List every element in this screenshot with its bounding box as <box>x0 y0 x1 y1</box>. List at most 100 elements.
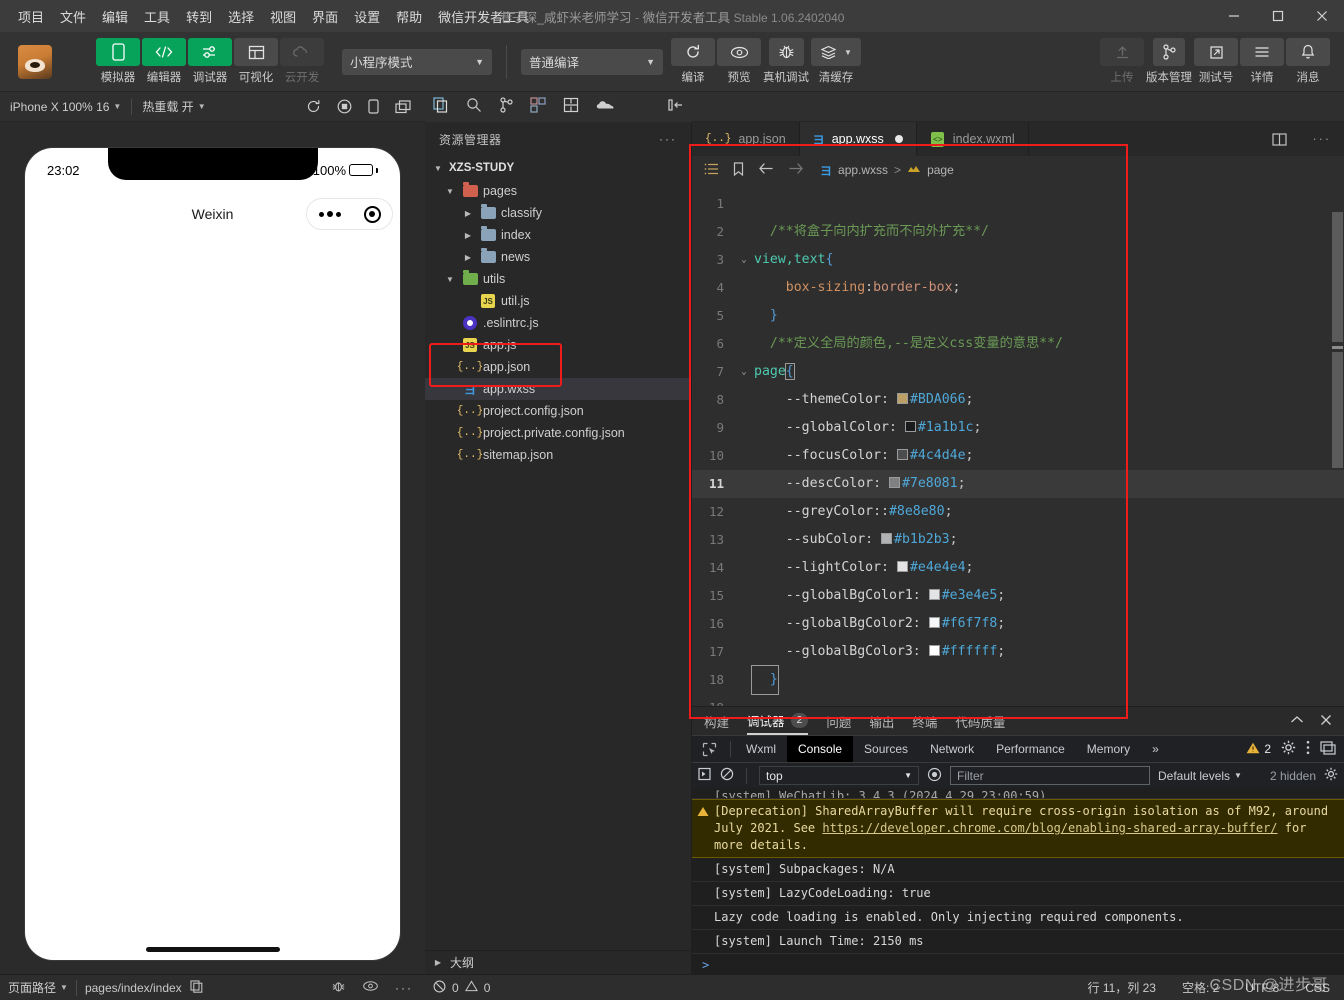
console-filter-input[interactable]: Filter <box>950 766 1150 785</box>
status-problems[interactable]: 0 0 <box>425 980 692 996</box>
dev-tab-output[interactable]: 输出 <box>869 707 894 735</box>
toolbar-button-cloud[interactable]: 云开发 <box>280 38 324 85</box>
menu-item-select[interactable]: 选择 <box>220 3 262 30</box>
toolbar-button-test-account[interactable]: 测试号 <box>1194 38 1238 85</box>
explorer-root-row[interactable]: ▼ XZS-STUDY <box>425 156 691 180</box>
debug-cloud-icon[interactable] <box>596 99 614 115</box>
code-lines[interactable]: 1 2 /**将盒子向内扩充而不向外扩充**/ 3 ⌄ view,text{4… <box>692 184 1344 706</box>
menu-item-tools[interactable]: 工具 <box>136 3 178 30</box>
menu-item-help[interactable]: 帮助 <box>388 3 430 30</box>
status-more-icon[interactable]: ··· <box>395 981 413 995</box>
phone-icon[interactable] <box>368 99 379 114</box>
device-select[interactable]: iPhone X 100% 16 ▼ <box>0 92 131 122</box>
chevron-right-icon[interactable]: ▶ <box>461 231 475 240</box>
explorer-more-icon[interactable]: ··· <box>659 132 677 146</box>
tree-item-utils[interactable]: ▼ utils <box>425 268 691 290</box>
close-panel-icon[interactable] <box>1320 714 1332 729</box>
toolbar-button-version-control[interactable]: 版本管理 <box>1146 38 1192 85</box>
console-context-select[interactable]: top ▼ <box>759 766 919 785</box>
files-icon[interactable] <box>433 97 449 116</box>
editor-vertical-scrollbar[interactable] <box>1330 184 1344 706</box>
minimize-button[interactable] <box>1212 0 1256 32</box>
wxml-panel-icon[interactable] <box>563 97 579 116</box>
console-output[interactable]: [system] WeChatLib: 3.4.3 (2024.4.29 23:… <box>692 788 1344 974</box>
console-settings-gear-icon[interactable] <box>1324 767 1338 784</box>
more-vertical-icon[interactable] <box>1306 740 1310 758</box>
tree-item-news[interactable]: ▶ news <box>425 246 691 268</box>
nav-forward-icon[interactable] <box>788 162 804 178</box>
window-icon[interactable] <box>395 99 411 114</box>
dock-panel-icon[interactable] <box>1320 740 1336 758</box>
tree-item-app-json[interactable]: ▶ {..} app.json <box>425 356 691 378</box>
dev-tab-problems[interactable]: 问题 <box>826 707 851 735</box>
record-icon[interactable] <box>337 99 352 114</box>
chevron-right-icon[interactable]: ▶ <box>431 958 445 967</box>
color-swatch[interactable] <box>904 421 916 432</box>
dev-tab-terminal[interactable]: 终端 <box>912 707 937 735</box>
color-swatch[interactable] <box>928 645 940 656</box>
breadcrumb-file[interactable]: app.wxss <box>838 163 888 177</box>
close-button[interactable] <box>1300 0 1344 32</box>
bug-icon[interactable] <box>331 979 346 997</box>
devtools-tab-performance[interactable]: Performance <box>985 736 1076 763</box>
search-icon[interactable] <box>466 97 482 116</box>
dev-tab-debugger[interactable]: 调试器 2 <box>747 707 809 735</box>
dev-tab-code-quality[interactable]: 代码质量 <box>955 707 1005 735</box>
outline-header[interactable]: ▶ 大纲 <box>425 950 691 974</box>
extensions-icon[interactable] <box>530 97 546 116</box>
tree-item-eslintrc[interactable]: ▶ .eslintrc.js <box>425 312 691 334</box>
editor-actions-more-icon[interactable]: ··· <box>1299 122 1344 156</box>
devtools-tab-overflow[interactable]: » <box>1141 736 1170 763</box>
color-swatch[interactable] <box>881 533 893 544</box>
fold-chevron-icon[interactable]: ⌄ <box>736 246 752 274</box>
avatar[interactable] <box>18 44 52 79</box>
editor-tab-app-wxss[interactable]: ヨ app.wxss <box>799 122 917 156</box>
dev-tab-build[interactable]: 构建 <box>704 707 729 735</box>
tree-item-classify[interactable]: ▶ classify <box>425 202 691 224</box>
toolbar-button-debugger[interactable]: 调试器 <box>188 38 232 85</box>
tree-item-app-js[interactable]: ▶ JS app.js <box>425 334 691 356</box>
toolbar-button-simulator[interactable]: 模拟器 <box>96 38 140 85</box>
toolbar-button-details[interactable]: 详情 <box>1240 38 1284 85</box>
toolbar-button-upload[interactable]: 上传 <box>1100 38 1144 85</box>
chevron-down-icon[interactable]: ▼ <box>443 187 457 196</box>
clear-console-icon[interactable] <box>720 767 734 784</box>
color-swatch[interactable] <box>928 589 940 600</box>
outline-list-icon[interactable] <box>704 163 719 178</box>
split-editor-button[interactable] <box>1258 122 1300 156</box>
language-mode[interactable]: CSS <box>1305 981 1330 995</box>
page-path-select[interactable]: 页面路径 ▼ <box>8 973 68 1000</box>
nav-back-icon[interactable] <box>758 162 774 178</box>
collapse-sidebar-icon[interactable] <box>668 98 684 115</box>
toolbar-button-compile[interactable]: 编译 <box>671 38 715 85</box>
menu-item-interface[interactable]: 界面 <box>304 3 346 30</box>
copy-icon[interactable] <box>190 979 203 996</box>
console-levels-select[interactable]: Default levels ▼ <box>1158 769 1242 783</box>
collapse-panel-icon[interactable] <box>1290 714 1304 728</box>
menu-item-edit[interactable]: 编辑 <box>94 3 136 30</box>
color-swatch[interactable] <box>896 449 908 460</box>
toolbar-button-messages[interactable]: 消息 <box>1286 38 1330 85</box>
maximize-button[interactable] <box>1256 0 1300 32</box>
bookmark-icon[interactable] <box>733 161 744 179</box>
refresh-icon[interactable] <box>306 99 321 114</box>
compile-select[interactable]: 普通编译 ▼ <box>521 48 663 75</box>
execute-icon[interactable] <box>698 767 712 784</box>
cursor-position[interactable]: 行 11，列 23 <box>1087 979 1155 996</box>
live-expression-icon[interactable] <box>927 767 942 785</box>
color-swatch[interactable] <box>888 477 900 488</box>
menu-item-devtools[interactable]: 微信开发者工具 <box>430 3 537 30</box>
tree-item-util-js[interactable]: ▶ JS util.js <box>425 290 691 312</box>
close-target-icon[interactable] <box>363 205 381 223</box>
menu-item-view[interactable]: 视图 <box>262 3 304 30</box>
console-warning-link[interactable]: https://developer.chrome.com/blog/enabli… <box>822 821 1277 835</box>
hot-reload-select[interactable]: 热重载 开 ▼ <box>132 92 215 122</box>
toolbar-button-editor[interactable]: 编辑器 <box>142 38 186 85</box>
console-prompt[interactable]: > <box>692 954 1344 974</box>
encoding[interactable]: UTF-8 <box>1245 981 1279 995</box>
devtools-tab-wxml[interactable]: Wxml <box>735 736 787 763</box>
tree-item-app-wxss[interactable]: ▶ ヨ app.wxss <box>425 378 691 400</box>
tree-item-pages[interactable]: ▼ pages <box>425 180 691 202</box>
menu-item-goto[interactable]: 转到 <box>178 3 220 30</box>
color-swatch[interactable] <box>896 393 908 404</box>
